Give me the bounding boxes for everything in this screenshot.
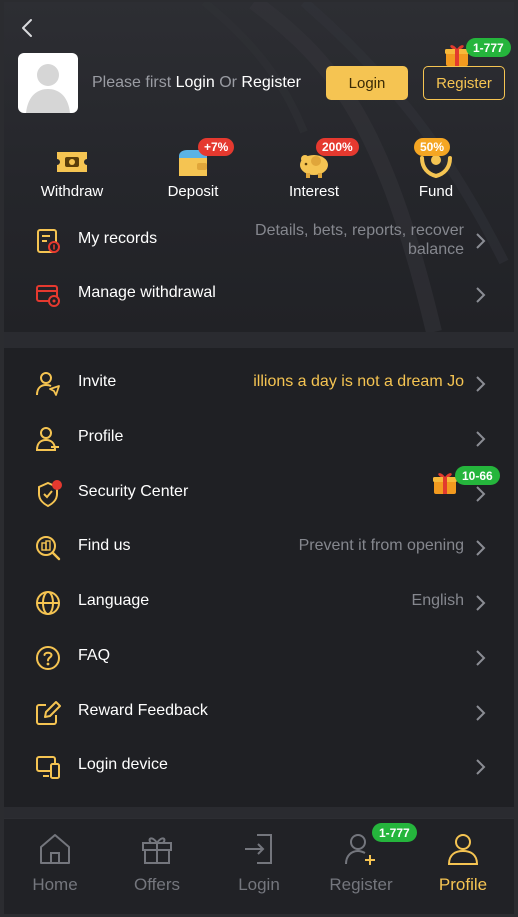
prompt-or: Or [214,74,242,91]
section-divider [4,807,514,818]
chevron-right-icon [476,705,486,721]
quick-action-withdraw[interactable]: Withdraw [22,140,122,204]
tab-home[interactable]: Home [4,819,106,914]
question-circle-icon [36,646,60,670]
invite-marquee: illions a day is not a dream Jo [253,373,464,390]
security-gift-badge: 10-66 [455,466,500,485]
menu-row-find-us[interactable]: Find us Prevent it from opening [4,520,514,574]
records-icon [37,229,60,253]
chevron-right-icon [476,287,486,303]
chevron-right-icon [476,595,486,611]
quick-action-label: Deposit [167,183,219,200]
row-label: Language [78,592,150,609]
quick-action-deposit[interactable]: +7% Deposit [143,138,243,204]
chevron-right-icon [476,540,486,556]
globe-icon [36,591,60,615]
ticket-icon [57,152,87,172]
tab-label: Offers [134,875,180,894]
menu-row-profile[interactable]: Profile [4,411,514,465]
home-icon [40,834,70,864]
tab-label: Profile [438,875,488,894]
tab-register[interactable]: 1-777 Register [310,819,417,914]
prompt-prefix: Please first [92,74,176,91]
tab-login[interactable]: Login [208,819,310,914]
row-label: My records [78,230,158,247]
register-tab-badge: 1-777 [372,823,417,842]
row-label: Reward Feedback [78,702,208,719]
chevron-right-icon [476,486,486,502]
default-avatar-icon [26,64,70,113]
register-button[interactable]: Register [423,66,505,100]
fund-badge: 50% [414,138,451,156]
tab-label: Login [238,875,280,894]
row-label: Profile [78,428,124,445]
tab-label: Register [329,875,393,894]
quick-action-interest[interactable]: 200% Interest [264,138,364,204]
invite-user-icon [36,372,60,396]
app-screen: Please first Login Or Register Login Reg… [4,2,514,914]
menu-row-security-center[interactable]: Security Center 10-66 [4,466,514,520]
row-hint: Prevent it from opening [298,537,464,554]
tab-offers[interactable]: Offers [106,819,208,914]
quick-action-label: Fund [418,183,454,200]
prompt-login-link[interactable]: Login [176,74,215,91]
row-hint: Details, bets, reports, recover balance [255,221,464,259]
search-building-icon [36,536,61,561]
row-label: Manage withdrawal [78,284,216,301]
login-button[interactable]: Login [326,66,408,100]
current-language: English [411,592,464,609]
shield-check-icon [38,480,62,508]
quick-actions: Withdraw +7% Deposit 200% Interest 50% F… [4,138,514,204]
row-hint-line: balance [407,241,464,258]
menu-row-login-device[interactable]: Login device [4,739,514,793]
chevron-right-icon [476,650,486,666]
card-settings-icon [36,285,60,307]
auth-prompt: Please first Login Or Register [92,74,301,92]
chevron-right-icon [476,759,486,775]
devices-icon [36,756,60,779]
menu-row-language[interactable]: Language English [4,575,514,629]
avatar[interactable] [18,53,78,113]
user-icon [35,427,59,451]
row-hint-line: Details, bets, reports, recover [255,222,464,239]
tab-label: Home [32,875,78,894]
row-label: Login device [78,756,168,773]
menu-row-manage-withdrawal[interactable]: Manage withdrawal [4,267,514,321]
login-icon [245,834,272,864]
row-label: Security Center [78,483,189,500]
edit-icon [36,701,61,725]
menu-row-invite[interactable]: Invite illions a day is not a dream Jo [4,356,514,410]
chevron-right-icon [476,431,486,447]
register-gift-badge: 1-777 [466,38,511,57]
menu-row-my-records[interactable]: My records Details, bets, reports, recov… [4,213,514,267]
row-label: FAQ [78,647,111,664]
bottom-tab-bar: Home Offers Login 1-777 Register Profile [4,818,514,914]
deposit-badge: +7% [198,138,235,156]
tab-profile[interactable]: Profile [412,819,514,914]
interest-badge: 200% [316,138,359,156]
prompt-register-link[interactable]: Register [241,74,301,91]
section-divider [4,332,514,348]
gift-icon [142,837,172,864]
quick-action-label: Withdraw [40,183,104,200]
chevron-right-icon [476,233,486,249]
back-arrow-icon[interactable] [16,16,40,40]
chevron-right-icon [476,376,486,392]
profile-header: Please first Login Or Register Login Reg… [4,2,514,332]
row-label: Invite [78,373,117,390]
menu-row-faq[interactable]: FAQ [4,630,514,684]
menu-row-reward-feedback[interactable]: Reward Feedback [4,685,514,739]
quick-action-label: Interest [288,183,340,200]
row-label: Find us [78,537,131,554]
user-icon [447,834,479,865]
quick-action-fund[interactable]: 50% Fund [386,138,486,204]
